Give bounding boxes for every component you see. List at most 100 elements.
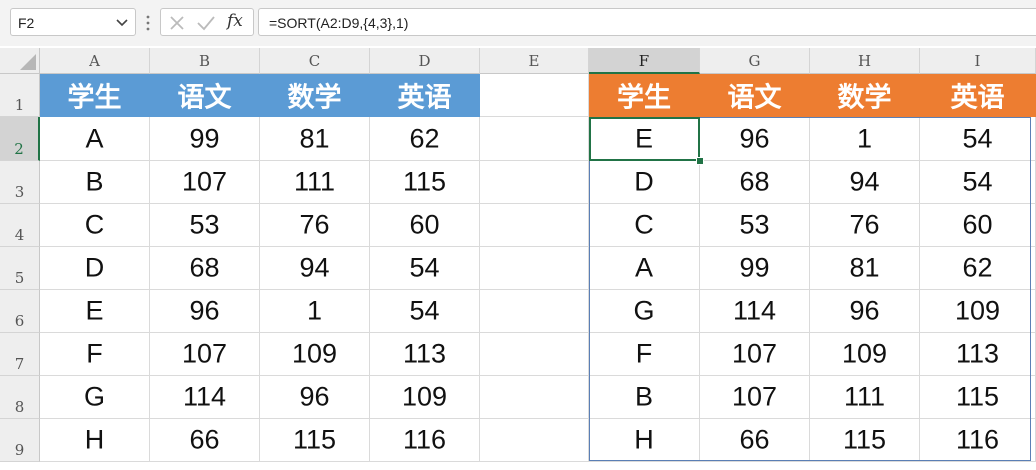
result-data-cell[interactable]: 115 bbox=[810, 419, 920, 462]
source-data-cell[interactable]: 66 bbox=[150, 419, 260, 462]
result-data-cell[interactable]: 109 bbox=[920, 290, 1036, 333]
source-data-cell[interactable]: 96 bbox=[260, 376, 370, 419]
column-header-d[interactable]: D bbox=[370, 48, 480, 74]
result-data-cell[interactable]: 114 bbox=[700, 290, 810, 333]
column-header-b[interactable]: B bbox=[150, 48, 260, 74]
result-header-cell[interactable]: 语文 bbox=[700, 74, 810, 117]
source-data-cell[interactable]: 107 bbox=[150, 333, 260, 376]
source-data-cell[interactable]: A bbox=[40, 117, 150, 161]
column-header-g[interactable]: G bbox=[700, 48, 810, 74]
result-data-cell[interactable]: C bbox=[589, 204, 700, 247]
chevron-down-icon[interactable] bbox=[115, 15, 129, 29]
result-data-cell[interactable]: 68 bbox=[700, 161, 810, 204]
row-header-4[interactable]: 4 bbox=[0, 204, 40, 247]
column-header-c[interactable]: C bbox=[260, 48, 370, 74]
result-header-cell[interactable]: 数学 bbox=[810, 74, 920, 117]
result-data-cell[interactable]: 53 bbox=[700, 204, 810, 247]
source-data-cell[interactable]: 107 bbox=[150, 161, 260, 204]
result-data-cell[interactable]: 76 bbox=[810, 204, 920, 247]
row-header-6[interactable]: 6 bbox=[0, 290, 40, 333]
result-data-cell[interactable]: 96 bbox=[810, 290, 920, 333]
source-data-cell[interactable]: 109 bbox=[370, 376, 480, 419]
source-data-cell[interactable]: E bbox=[40, 290, 150, 333]
result-data-cell[interactable]: 109 bbox=[810, 333, 920, 376]
source-header-cell[interactable]: 学生 bbox=[40, 74, 150, 117]
source-data-cell[interactable]: 1 bbox=[260, 290, 370, 333]
row-header-7[interactable]: 7 bbox=[0, 333, 40, 376]
result-data-cell[interactable]: 66 bbox=[700, 419, 810, 462]
result-data-cell[interactable]: G bbox=[589, 290, 700, 333]
source-data-cell[interactable]: 96 bbox=[150, 290, 260, 333]
result-data-cell[interactable]: 81 bbox=[810, 247, 920, 290]
row-header-1[interactable]: 1 bbox=[0, 74, 40, 117]
result-data-cell[interactable]: 99 bbox=[700, 247, 810, 290]
source-data-cell[interactable]: 62 bbox=[370, 117, 480, 161]
result-data-cell[interactable]: H bbox=[589, 419, 700, 462]
source-data-cell[interactable]: 76 bbox=[260, 204, 370, 247]
cell-e9[interactable] bbox=[480, 419, 589, 462]
source-data-cell[interactable]: 54 bbox=[370, 290, 480, 333]
result-header-cell[interactable]: 英语 bbox=[920, 74, 1036, 117]
source-data-cell[interactable]: 114 bbox=[150, 376, 260, 419]
cell-e8[interactable] bbox=[480, 376, 589, 419]
result-data-cell[interactable]: 107 bbox=[700, 376, 810, 419]
source-data-cell[interactable]: B bbox=[40, 161, 150, 204]
formula-input[interactable]: =SORT(A2:D9,{4,3},1) bbox=[258, 8, 1036, 36]
source-header-cell[interactable]: 语文 bbox=[150, 74, 260, 117]
column-header-h[interactable]: H bbox=[810, 48, 920, 74]
cell-e3[interactable] bbox=[480, 161, 589, 204]
result-data-cell[interactable]: F bbox=[589, 333, 700, 376]
cell-e5[interactable] bbox=[480, 247, 589, 290]
row-header-3[interactable]: 3 bbox=[0, 161, 40, 204]
result-data-cell[interactable]: 54 bbox=[920, 161, 1036, 204]
result-data-cell[interactable]: E bbox=[589, 117, 700, 161]
source-data-cell[interactable]: 111 bbox=[260, 161, 370, 204]
close-icon[interactable] bbox=[169, 15, 185, 31]
source-data-cell[interactable]: 60 bbox=[370, 204, 480, 247]
source-data-cell[interactable]: F bbox=[40, 333, 150, 376]
cell-e1[interactable] bbox=[480, 74, 589, 117]
result-data-cell[interactable]: B bbox=[589, 376, 700, 419]
checkmark-icon[interactable] bbox=[197, 15, 215, 31]
result-data-cell[interactable]: 116 bbox=[920, 419, 1036, 462]
source-data-cell[interactable]: C bbox=[40, 204, 150, 247]
cell-e2[interactable] bbox=[480, 117, 589, 161]
source-data-cell[interactable]: 115 bbox=[260, 419, 370, 462]
vertical-dots-icon[interactable] bbox=[146, 13, 150, 33]
result-data-cell[interactable]: D bbox=[589, 161, 700, 204]
cell-e4[interactable] bbox=[480, 204, 589, 247]
source-data-cell[interactable]: 115 bbox=[370, 161, 480, 204]
column-header-i[interactable]: I bbox=[920, 48, 1036, 74]
source-data-cell[interactable]: 68 bbox=[150, 247, 260, 290]
result-header-cell[interactable]: 学生 bbox=[589, 74, 700, 117]
source-data-cell[interactable]: 53 bbox=[150, 204, 260, 247]
fill-handle[interactable] bbox=[696, 157, 704, 165]
source-data-cell[interactable]: 94 bbox=[260, 247, 370, 290]
row-header-8[interactable]: 8 bbox=[0, 376, 40, 419]
source-data-cell[interactable]: 116 bbox=[370, 419, 480, 462]
source-data-cell[interactable]: 109 bbox=[260, 333, 370, 376]
row-header-2[interactable]: 2 bbox=[0, 117, 40, 161]
source-header-cell[interactable]: 数学 bbox=[260, 74, 370, 117]
select-all-button[interactable] bbox=[0, 48, 40, 74]
fx-icon[interactable]: fx bbox=[227, 11, 243, 31]
result-data-cell[interactable]: 115 bbox=[920, 376, 1036, 419]
result-data-cell[interactable]: 60 bbox=[920, 204, 1036, 247]
result-data-cell[interactable]: A bbox=[589, 247, 700, 290]
result-data-cell[interactable]: 111 bbox=[810, 376, 920, 419]
source-data-cell[interactable]: G bbox=[40, 376, 150, 419]
source-data-cell[interactable]: 99 bbox=[150, 117, 260, 161]
column-header-e[interactable]: E bbox=[480, 48, 589, 74]
source-data-cell[interactable]: H bbox=[40, 419, 150, 462]
source-data-cell[interactable]: 54 bbox=[370, 247, 480, 290]
row-header-5[interactable]: 5 bbox=[0, 247, 40, 290]
source-data-cell[interactable]: 81 bbox=[260, 117, 370, 161]
cell-e7[interactable] bbox=[480, 333, 589, 376]
result-data-cell[interactable]: 96 bbox=[700, 117, 810, 161]
column-header-f[interactable]: F bbox=[589, 48, 700, 74]
result-data-cell[interactable]: 62 bbox=[920, 247, 1036, 290]
result-data-cell[interactable]: 94 bbox=[810, 161, 920, 204]
source-data-cell[interactable]: 113 bbox=[370, 333, 480, 376]
result-data-cell[interactable]: 107 bbox=[700, 333, 810, 376]
column-header-a[interactable]: A bbox=[40, 48, 150, 74]
